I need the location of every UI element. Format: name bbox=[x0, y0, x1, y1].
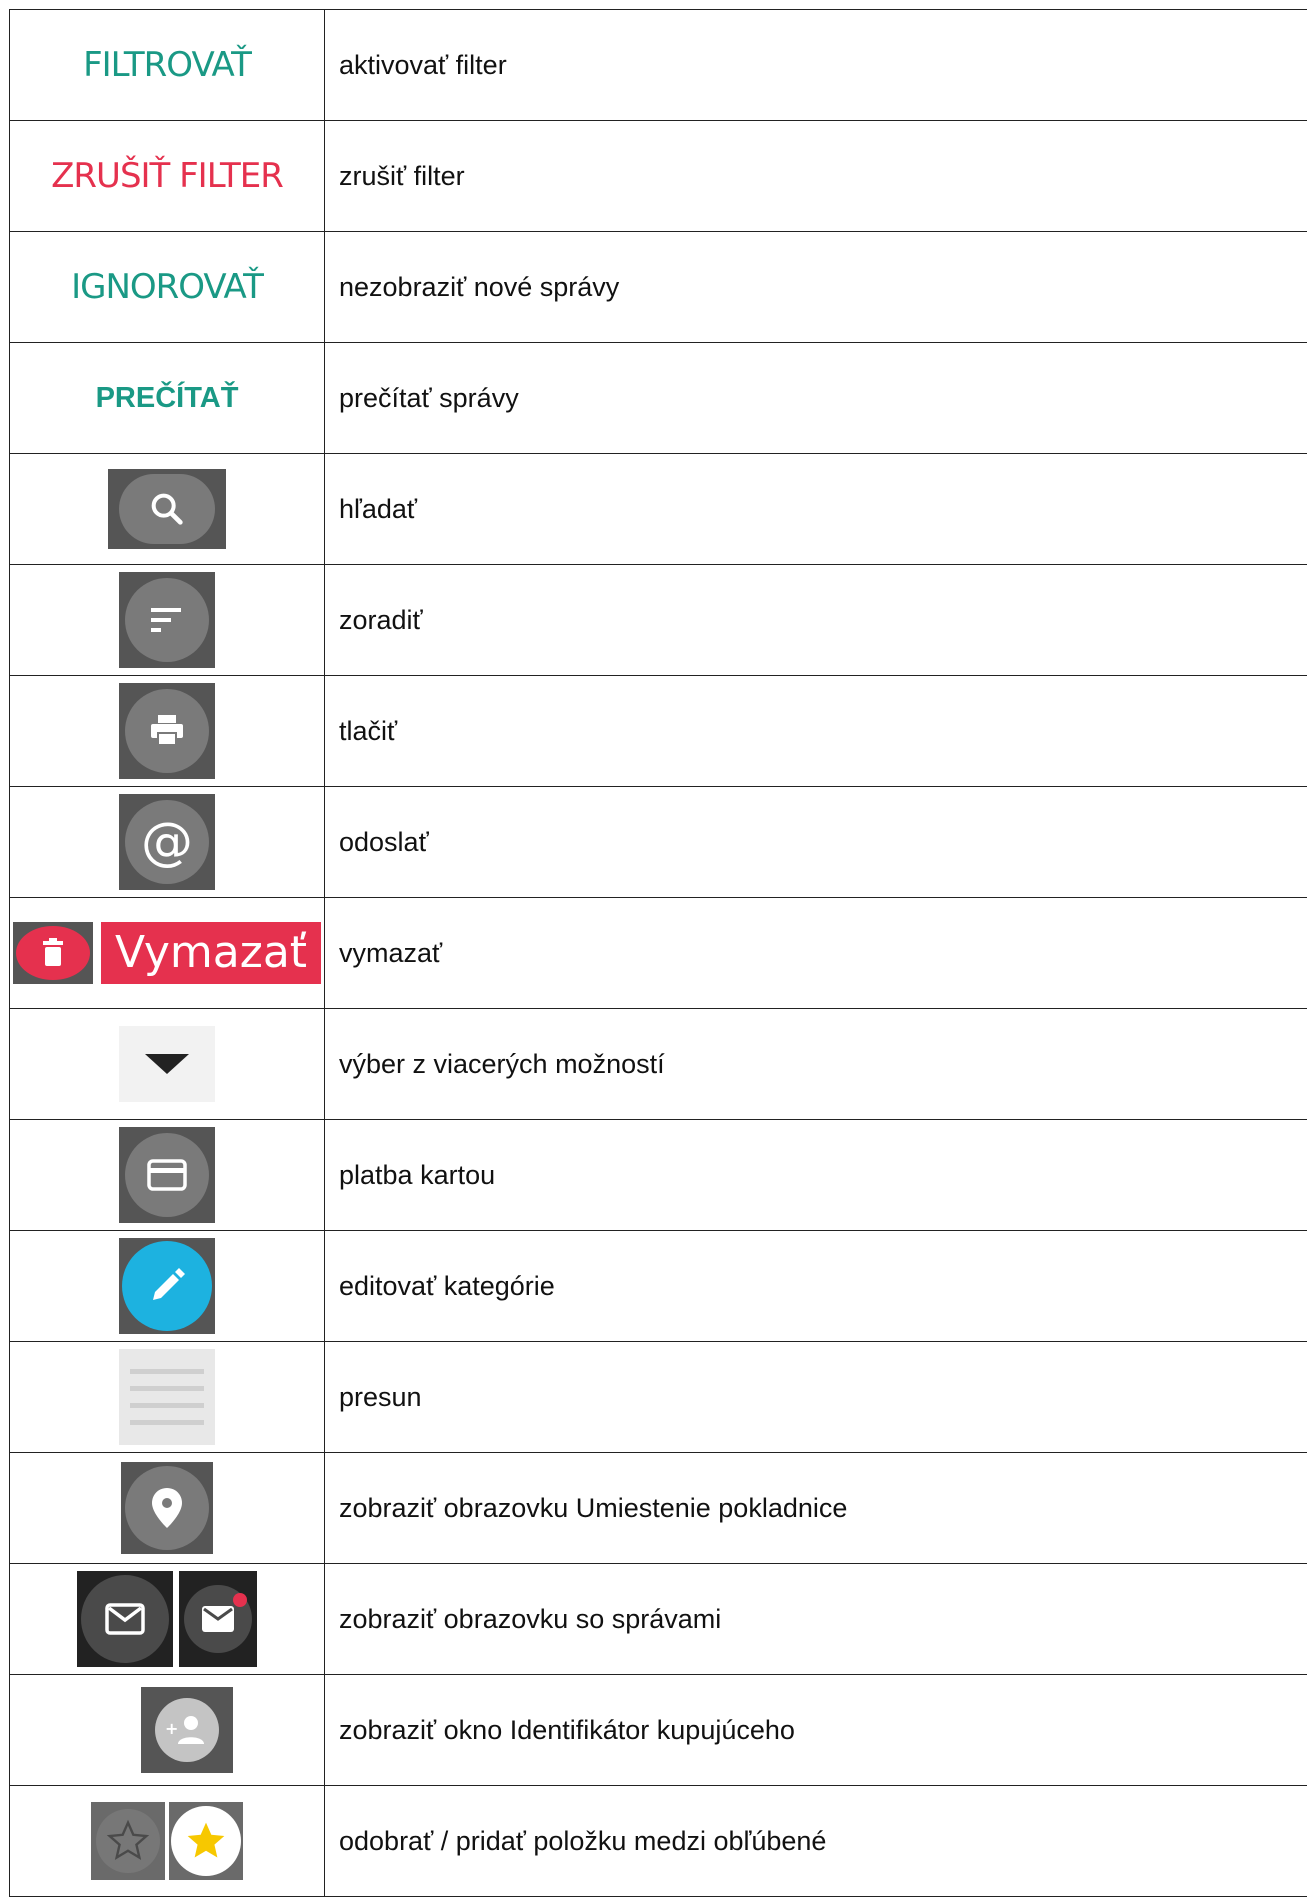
messages-unread-button[interactable] bbox=[179, 1571, 257, 1667]
table-row: FILTROVAŤ aktivovať filter bbox=[9, 9, 1307, 121]
mail-icon bbox=[81, 1575, 169, 1663]
table-row: presun bbox=[9, 1341, 1307, 1453]
control-cell: Vymazať bbox=[9, 897, 325, 1009]
description-cell: nezobraziť nové správy bbox=[324, 231, 1307, 343]
description-cell: zrušiť filter bbox=[324, 120, 1307, 232]
table-row: odobrať / pridať položku medzi obľúbené bbox=[9, 1785, 1307, 1897]
description-cell: odobrať / pridať položku medzi obľúbené bbox=[324, 1785, 1307, 1897]
control-cell bbox=[9, 1785, 325, 1897]
card-payment-button[interactable] bbox=[119, 1127, 215, 1223]
send-button[interactable]: @ bbox=[119, 794, 215, 890]
table-row: + zobraziť okno Identifikátor kupujúceho bbox=[9, 1674, 1307, 1786]
table-row: Vymazať vymazať bbox=[9, 897, 1307, 1009]
control-cell bbox=[9, 1119, 325, 1231]
drag-handle-icon[interactable] bbox=[119, 1349, 215, 1445]
print-icon bbox=[125, 689, 209, 773]
buyer-id-button[interactable]: + bbox=[141, 1687, 233, 1773]
star-outline-icon bbox=[96, 1809, 160, 1873]
table-row: ZRUŠIŤ FILTER zrušiť filter bbox=[9, 120, 1307, 232]
messages-button[interactable] bbox=[77, 1571, 173, 1667]
description-cell: vymazať bbox=[324, 897, 1307, 1009]
table-row: hľadať bbox=[9, 453, 1307, 565]
control-cell bbox=[9, 1563, 325, 1675]
table-row: výber z viacerých možností bbox=[9, 1008, 1307, 1120]
search-icon bbox=[119, 474, 215, 544]
control-cell: PREČÍTAŤ bbox=[9, 342, 325, 454]
sort-button[interactable] bbox=[119, 572, 215, 668]
description-cell: odoslať bbox=[324, 786, 1307, 898]
sort-icon bbox=[125, 578, 209, 662]
pencil-icon bbox=[122, 1241, 212, 1331]
description-cell: zobraziť obrazovku so správami bbox=[324, 1563, 1307, 1675]
control-cell bbox=[9, 675, 325, 787]
control-cell bbox=[9, 1452, 325, 1564]
description-cell: zoradiť bbox=[324, 564, 1307, 676]
dropdown-arrow-icon bbox=[145, 1054, 189, 1074]
table-row: zoradiť bbox=[9, 564, 1307, 676]
delete-button[interactable]: Vymazať bbox=[100, 922, 322, 984]
location-pin-icon bbox=[125, 1466, 209, 1550]
control-cell bbox=[9, 1008, 325, 1120]
table-row: platba kartou bbox=[9, 1119, 1307, 1231]
table-row: tlačiť bbox=[9, 675, 1307, 787]
control-cell bbox=[9, 1230, 325, 1342]
trash-icon bbox=[15, 926, 90, 980]
description-cell: zobraziť okno Identifikátor kupujúceho bbox=[324, 1674, 1307, 1786]
control-cell: FILTROVAŤ bbox=[9, 9, 325, 121]
favorite-on-button[interactable] bbox=[169, 1802, 243, 1880]
control-cell: IGNOROVAŤ bbox=[9, 231, 325, 343]
control-cell: + bbox=[9, 1674, 325, 1786]
table-row: editovať kategórie bbox=[9, 1230, 1307, 1342]
add-person-icon: + bbox=[155, 1698, 219, 1762]
control-cell: @ bbox=[9, 786, 325, 898]
search-button[interactable] bbox=[108, 469, 226, 549]
description-cell: prečítať správy bbox=[324, 342, 1307, 454]
description-cell: editovať kategórie bbox=[324, 1230, 1307, 1342]
description-cell: hľadať bbox=[324, 453, 1307, 565]
table-row: @ odoslať bbox=[9, 786, 1307, 898]
favorite-off-button[interactable] bbox=[91, 1802, 165, 1880]
edit-categories-button[interactable] bbox=[119, 1238, 215, 1334]
star-icon bbox=[171, 1806, 241, 1876]
print-button[interactable] bbox=[119, 683, 215, 779]
description-cell: výber z viacerých možností bbox=[324, 1008, 1307, 1120]
unread-dot-icon bbox=[233, 1593, 247, 1607]
at-icon: @ bbox=[125, 800, 209, 884]
read-button[interactable]: PREČÍTAŤ bbox=[96, 382, 239, 414]
control-cell: ZRUŠIŤ FILTER bbox=[9, 120, 325, 232]
icon-legend-table: FILTROVAŤ aktivovať filter ZRUŠIŤ FILTER… bbox=[9, 9, 1307, 1897]
description-cell: zobraziť obrazovku Umiestenie pokladnice bbox=[324, 1452, 1307, 1564]
description-cell: tlačiť bbox=[324, 675, 1307, 787]
control-cell bbox=[9, 453, 325, 565]
ignore-button[interactable]: IGNOROVAŤ bbox=[71, 267, 264, 307]
dropdown-button[interactable] bbox=[119, 1026, 215, 1102]
description-cell: presun bbox=[324, 1341, 1307, 1453]
description-cell: platba kartou bbox=[324, 1119, 1307, 1231]
table-row: zobraziť obrazovku so správami bbox=[9, 1563, 1307, 1675]
location-button[interactable] bbox=[121, 1462, 213, 1554]
filter-button[interactable]: FILTROVAŤ bbox=[83, 45, 252, 85]
control-cell bbox=[9, 564, 325, 676]
table-row: IGNOROVAŤ nezobraziť nové správy bbox=[9, 231, 1307, 343]
table-row: PREČÍTAŤ prečítať správy bbox=[9, 342, 1307, 454]
description-cell: aktivovať filter bbox=[324, 9, 1307, 121]
credit-card-icon bbox=[125, 1133, 209, 1217]
table-row: zobraziť obrazovku Umiestenie pokladnice bbox=[9, 1452, 1307, 1564]
cancel-filter-button[interactable]: ZRUŠIŤ FILTER bbox=[51, 156, 284, 196]
delete-icon-button[interactable] bbox=[12, 922, 93, 984]
svg-text:+: + bbox=[165, 1719, 178, 1738]
control-cell bbox=[9, 1341, 325, 1453]
